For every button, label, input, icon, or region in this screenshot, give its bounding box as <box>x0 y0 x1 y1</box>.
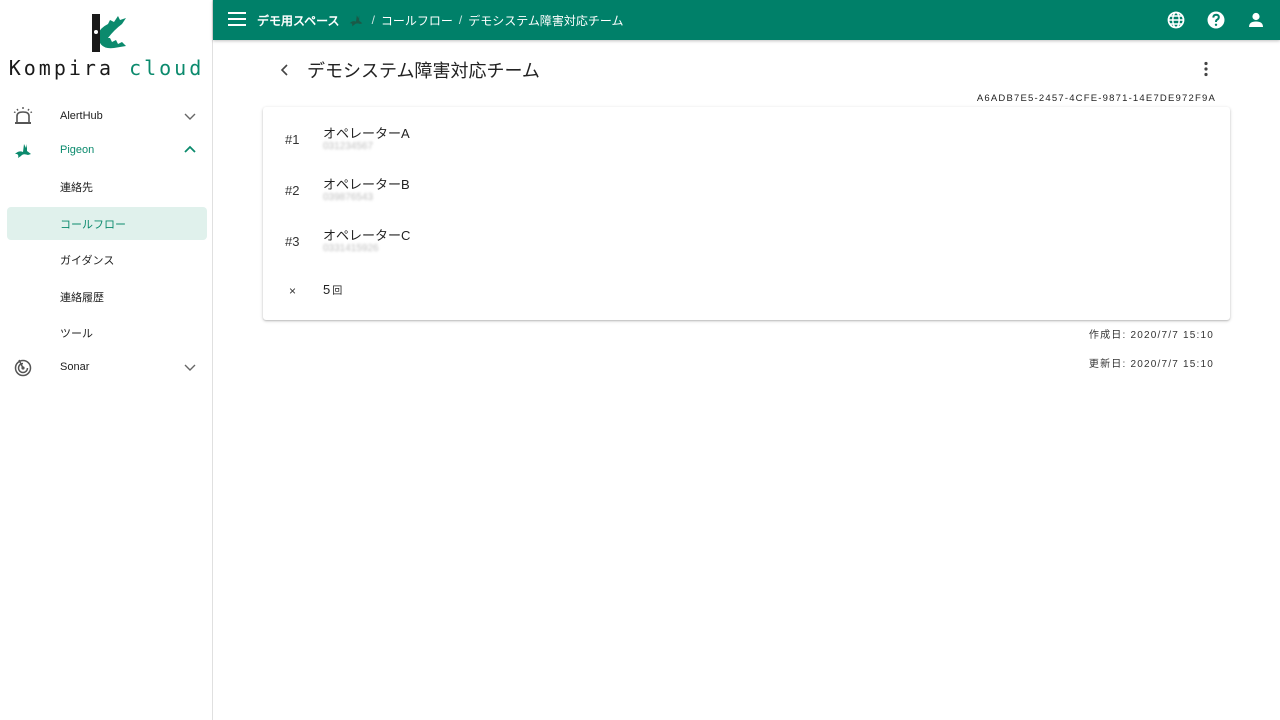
siren-icon <box>13 106 33 124</box>
step-contact-name: オペレーターB <box>323 177 410 192</box>
more-vert-icon[interactable] <box>1196 59 1216 79</box>
sidebar-item-contacts[interactable]: 連絡先 <box>7 170 207 203</box>
sonar-icon <box>14 359 32 376</box>
step-row: #2 オペレーターB 039876543 <box>263 158 1230 208</box>
created-at: 作成日: 2020/7/7 15:10 <box>1088 330 1214 341</box>
sidebar-item-pigeon[interactable]: Pigeon <box>7 133 207 166</box>
sidebar-item-label: ガイダンス <box>60 254 115 267</box>
sidebar: Kompira cloud AlertHub Pigeon 連絡先 コールフロー… <box>0 0 213 720</box>
step-contact-phone: 0331415926 <box>323 243 379 254</box>
chevron-down-icon[interactable] <box>183 360 197 374</box>
sidebar-item-label: Pigeon <box>60 143 95 156</box>
callflow-card: #1 オペレーターA 031234567 #2 オペレーターB 03987654… <box>263 107 1230 320</box>
step-row: #1 オペレーターA 031234567 <box>263 107 1230 157</box>
step-contact-name: オペレーターA <box>323 126 410 141</box>
breadcrumb-current: デモシステム障害対応チーム <box>468 13 624 28</box>
sidebar-item-label: 連絡履歴 <box>60 291 104 304</box>
step-contact-name: オペレーターC <box>323 228 411 243</box>
sidebar-item-callflow[interactable]: コールフロー <box>7 207 207 240</box>
pigeon-icon <box>349 15 362 27</box>
back-icon[interactable] <box>275 60 295 80</box>
step-index: #2 <box>285 183 300 198</box>
sidebar-item-label: AlertHub <box>60 109 103 122</box>
sidebar-item-sonar[interactable]: Sonar <box>7 350 207 383</box>
help-icon[interactable] <box>1206 10 1226 30</box>
sidebar-item-guidance[interactable]: ガイダンス <box>7 243 207 276</box>
kompira-cloud-logo[interactable]: Kompira cloud <box>0 0 213 95</box>
updated-at: 更新日: 2020/7/7 15:10 <box>1088 359 1214 370</box>
crocodile-logo-icon <box>92 14 126 52</box>
menu-icon[interactable] <box>228 12 246 28</box>
step-contact-phone: 031234567 <box>323 141 374 152</box>
breadcrumb: デモ用スペース / コールフロー / デモシステム障害対応チーム <box>257 0 624 40</box>
breadcrumb-space[interactable]: デモ用スペース <box>257 12 340 29</box>
sidebar-item-label: コールフロー <box>60 218 126 231</box>
page-title: デモシステム障害対応チーム <box>307 61 540 81</box>
step-contact-phone: 039876543 <box>323 192 374 203</box>
account-icon[interactable] <box>1246 10 1266 30</box>
sidebar-item-contact-history[interactable]: 連絡履歴 <box>7 280 207 313</box>
repeat-count: 5回 <box>323 282 343 297</box>
chevron-down-icon[interactable] <box>183 109 197 123</box>
sidebar-item-label: ツール <box>60 327 93 340</box>
sidebar-item-label: 連絡先 <box>60 181 93 194</box>
step-row: #3 オペレーターC 0331415926 <box>263 209 1230 259</box>
breadcrumb-separator: / <box>371 13 375 27</box>
sidebar-item-alerthub[interactable]: AlertHub <box>7 99 207 132</box>
repeat-count-row: × 5回 <box>263 282 1230 302</box>
pigeon-icon <box>15 143 31 158</box>
chevron-up-icon[interactable] <box>183 143 197 157</box>
logo-text: Kompira cloud <box>8 56 205 80</box>
sidebar-item-tools[interactable]: ツール <box>7 316 207 349</box>
sidebar-item-label: Sonar <box>60 360 90 373</box>
multiply-icon: × <box>289 284 297 298</box>
breadcrumb-section[interactable]: コールフロー <box>381 12 453 29</box>
step-index: #1 <box>285 132 300 147</box>
top-app-bar: デモ用スペース / コールフロー / デモシステム障害対応チーム <box>213 0 1280 40</box>
globe-icon[interactable] <box>1166 10 1186 30</box>
page-header: デモシステム障害対応チーム <box>275 55 540 85</box>
step-index: #3 <box>285 234 300 249</box>
callflow-id: A6ADB7E5-2457-4CFE-9871-14E7DE972F9A <box>976 93 1216 104</box>
breadcrumb-separator: / <box>458 13 463 27</box>
